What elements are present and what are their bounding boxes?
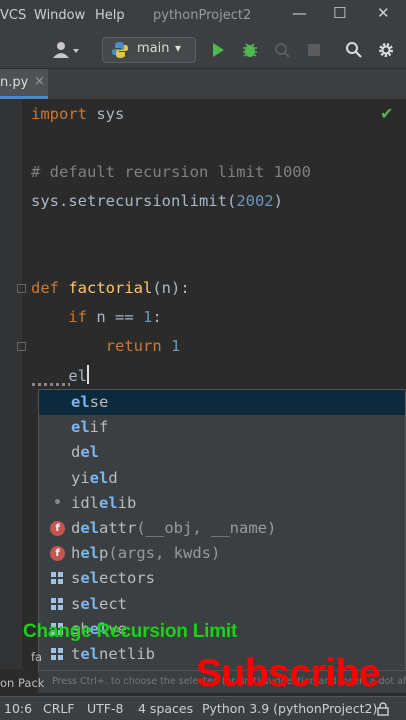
python-interpreter[interactable]: Python 3.9 (pythonProject2)	[202, 701, 377, 716]
menu-help[interactable]: Help	[95, 8, 125, 23]
toolbar: main ▾	[0, 32, 406, 69]
completion-label: help(args, kwds)	[71, 544, 221, 563]
completion-label: elif	[71, 418, 109, 437]
close-window-button[interactable]: ✕	[377, 4, 390, 22]
completion-item[interactable]: elif	[39, 415, 405, 440]
maximize-button[interactable]: ☐	[333, 4, 346, 22]
gear-icon	[379, 43, 393, 57]
menu-vcs[interactable]: VCS	[0, 8, 26, 23]
function-icon: f	[50, 521, 65, 536]
subscribe-overlay[interactable]: Subscribe	[196, 652, 381, 696]
coverage-button[interactable]	[270, 38, 294, 62]
module-icon	[50, 571, 65, 586]
warning-squiggle	[32, 383, 70, 386]
python-icon	[112, 42, 128, 58]
tab-active-file[interactable]: n.py ×	[0, 69, 48, 99]
completion-label: selectors	[71, 569, 156, 588]
function-icon: f	[50, 546, 65, 562]
search-icon	[346, 42, 362, 58]
code-line-def: def factorial(n):	[31, 279, 190, 297]
tab-label: n.py	[0, 75, 29, 90]
search-button[interactable]	[342, 38, 366, 62]
chevron-down-icon: ▾	[175, 41, 182, 55]
bug-icon	[243, 43, 257, 57]
completion-item[interactable]: yield	[39, 466, 405, 491]
completion-label: telnetlib	[71, 645, 156, 663]
module-icon	[50, 597, 65, 612]
user-icon	[53, 42, 79, 58]
completion-label: delattr(__obj, __name)	[71, 519, 277, 537]
indent-setting[interactable]: 4 spaces	[138, 701, 193, 716]
code-line-return: return 1	[105, 337, 181, 355]
lock-icon[interactable]	[376, 702, 390, 716]
minimize-button[interactable]: —	[292, 4, 307, 22]
completion-label: select	[71, 594, 128, 613]
branch-label: main	[137, 41, 170, 56]
settings-button[interactable]	[374, 38, 398, 62]
code-line-if: if n == 1:	[68, 308, 162, 326]
bullet-icon: •	[53, 494, 62, 511]
completion-label: else	[71, 393, 109, 411]
inspection-ok-icon: ✔	[380, 104, 394, 123]
run-config-selector[interactable]: main ▾	[102, 37, 196, 63]
coverage-icon	[275, 43, 290, 58]
file-encoding[interactable]: UTF-8	[87, 701, 123, 716]
line-separator[interactable]: CRLF	[43, 701, 75, 716]
project-title: pythonProject2	[153, 8, 252, 23]
completion-label: del	[71, 443, 100, 462]
editor-tab-bar: n.py ×	[0, 69, 406, 99]
completion-item[interactable]: f delattr(__obj, __name)	[39, 516, 405, 541]
tool-window-fragment[interactable]: on Pack	[0, 676, 44, 690]
completion-item[interactable]: • idlelib	[39, 491, 405, 516]
completion-item[interactable]: del	[39, 440, 405, 465]
fold-icon[interactable]	[17, 284, 26, 293]
completion-item[interactable]: selectors	[39, 566, 405, 591]
completion-item[interactable]: else	[39, 390, 405, 415]
menu-window[interactable]: Window	[34, 8, 85, 23]
completion-label: idlelib	[71, 493, 137, 512]
completion-label: yield	[71, 468, 118, 487]
run-button[interactable]	[206, 38, 230, 62]
editor-gutter	[0, 99, 22, 669]
stop-button[interactable]	[302, 38, 326, 62]
fold-icon[interactable]	[17, 342, 26, 351]
completion-item[interactable]: select	[39, 592, 405, 617]
status-bar: 10:6 CRLF UTF-8 4 spaces Python 3.9 (pyt…	[0, 696, 406, 720]
video-caption: Change Recursion Limit	[23, 621, 238, 642]
caret-position[interactable]: 10:6	[4, 701, 32, 716]
debug-button[interactable]	[238, 38, 262, 62]
menu-bar: VCS Window Help pythonProject2 — ☐ ✕	[0, 0, 406, 32]
stop-icon	[308, 44, 320, 56]
text-cursor	[87, 365, 89, 384]
completion-item[interactable]: f help(args, kwds)	[39, 541, 405, 566]
play-icon	[213, 43, 224, 57]
close-tab-icon[interactable]: ×	[34, 74, 45, 89]
code-line-1: import sys	[31, 105, 125, 123]
module-icon	[50, 647, 65, 662]
user-button[interactable]	[48, 38, 84, 62]
code-line-comment: # default recursion limit 1000	[31, 163, 311, 181]
code-line-setrecursionlimit: sys.setrecursionlimit(2002)	[31, 192, 283, 210]
editor-fragment: fa	[31, 650, 43, 664]
